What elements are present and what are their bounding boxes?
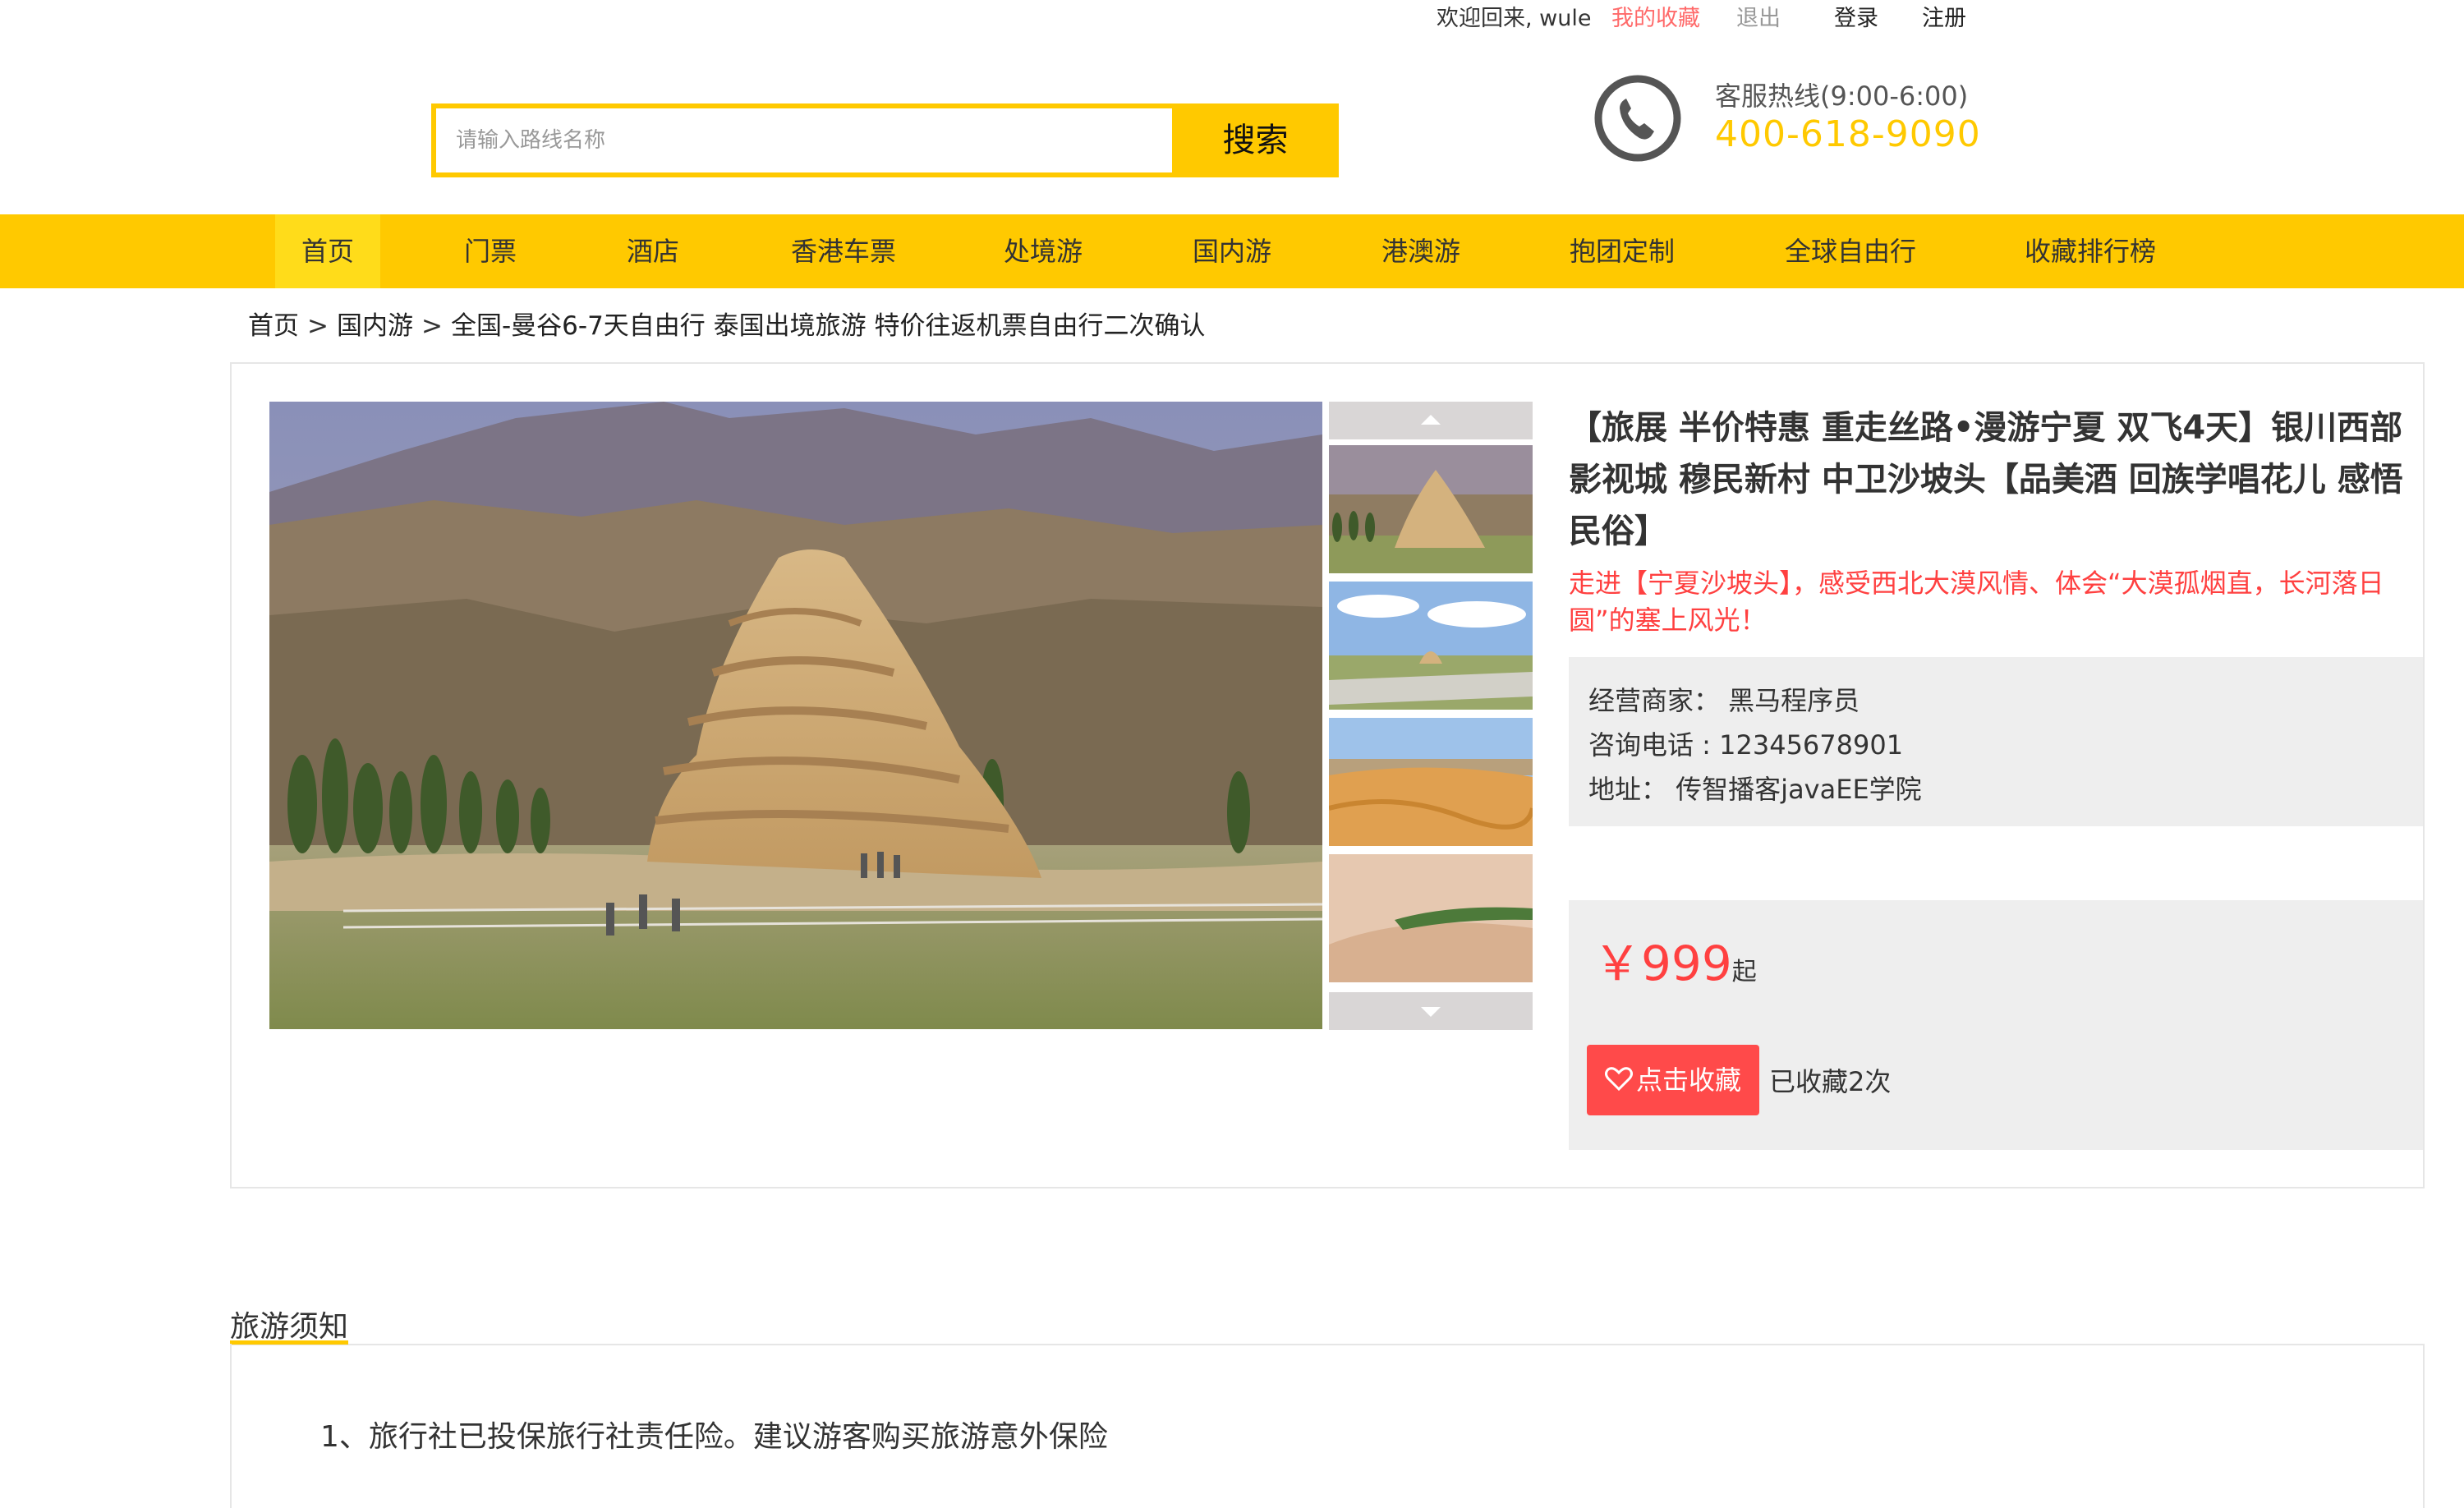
search-box: 搜索 xyxy=(431,103,1339,177)
breadcrumb-separator: > xyxy=(421,311,443,341)
collect-button-label: 点击收藏 xyxy=(1635,1064,1741,1096)
breadcrumb-home[interactable]: 首页 xyxy=(248,311,299,341)
thumbnail-scroll-down-button[interactable] xyxy=(1329,992,1533,1030)
nav-item-group-custom[interactable]: 抱团定制 xyxy=(1552,214,1692,288)
main-product-image[interactable] xyxy=(269,402,1322,1029)
price-suffix: 起 xyxy=(1731,958,1757,986)
chevron-up-icon xyxy=(1421,415,1441,425)
heart-icon xyxy=(1604,1067,1633,1092)
price-value: 999 xyxy=(1641,936,1732,991)
nav-item-hk-macau-travel[interactable]: 港澳游 xyxy=(1363,214,1478,288)
logout-link[interactable]: 退出 xyxy=(1736,3,1781,34)
my-favorites-link[interactable]: 我的收藏 xyxy=(1611,3,1700,34)
price-box: ￥999起 点击收藏 已收藏2次 xyxy=(1569,900,2423,1150)
nav-item-outbound-travel[interactable]: 处境游 xyxy=(986,214,1101,288)
breadcrumb-domestic[interactable]: 国内游 xyxy=(337,311,413,341)
product-title: 【旅展 半价特惠 重走丝路•漫游宁夏 双飞4天】银川西部影视城 穆民新村 中卫沙… xyxy=(1569,409,2403,550)
thumbnail-scroll-up-button[interactable] xyxy=(1329,402,1533,439)
phone-icon xyxy=(1594,75,1681,162)
product-price: ￥999起 xyxy=(1593,925,1757,994)
thumbnail-3[interactable] xyxy=(1329,718,1533,846)
breadcrumb: 首页 > 国内游 > 全国-曼谷6-7天自由行 泰国出境旅游 特价往返机票自由行二次确认 xyxy=(248,306,1206,347)
thumbnail-4[interactable] xyxy=(1329,854,1533,982)
chevron-down-icon xyxy=(1421,1007,1441,1017)
price-symbol: ￥ xyxy=(1593,936,1642,991)
tab-travel-notes[interactable]: 旅游须知 xyxy=(230,1303,348,1345)
merchant-name: 经营商家： 黑马程序员 xyxy=(1588,685,1860,716)
hotline-label: 客服热线(9:00-6:00) xyxy=(1715,80,1969,112)
collect-count: 已收藏2次 xyxy=(1769,1066,1892,1097)
thumbnail-2[interactable] xyxy=(1329,582,1533,710)
travel-notes-item: 1、旅行社已投保旅行社责任险。建议游客购买旅游意外保险 xyxy=(320,1420,1108,1454)
product-subtitle: 走进【宁夏沙坡头】，感受西北大漠风情、体会“大漠孤烟直，长河落日圆”的塞上风光！ xyxy=(1569,568,2384,636)
main-nav: 首页 门票 酒店 香港车票 处境游 国内游 港澳游 抱团定制 全球自由行 收藏排… xyxy=(0,214,2464,288)
breadcrumb-separator: > xyxy=(307,311,329,341)
nav-item-global-freedom[interactable]: 全球自由行 xyxy=(1772,214,1928,288)
breadcrumb-current: 全国-曼谷6-7天自由行 泰国出境旅游 特价往返机票自由行二次确认 xyxy=(450,311,1206,341)
hotline-number: 400-618-9090 xyxy=(1715,113,1981,155)
welcome-text: 欢迎回来, wule xyxy=(1437,6,1592,31)
nav-item-favorites-ranking[interactable]: 收藏排行榜 xyxy=(2012,214,2168,288)
login-link[interactable]: 登录 xyxy=(1834,3,1878,34)
register-link[interactable]: 注册 xyxy=(1922,3,1966,34)
nav-item-domestic-travel[interactable]: 国内游 xyxy=(1175,214,1289,288)
merchant-info-box: 经营商家： 黑马程序员 咨询电话 : 12345678901 地址： 传智播客j… xyxy=(1569,657,2423,826)
nav-item-hotels[interactable]: 酒店 xyxy=(606,214,700,288)
thumbnail-1[interactable] xyxy=(1329,445,1533,573)
search-input[interactable] xyxy=(436,108,1172,172)
top-user-bar: 欢迎回来, wule 我的收藏 退出 登录 注册 xyxy=(0,0,2464,39)
merchant-address: 地址： 传智播客javaEE学院 xyxy=(1588,774,1922,805)
nav-item-hk-bus-tickets[interactable]: 香港车票 xyxy=(775,214,912,288)
merchant-phone: 咨询电话 : 12345678901 xyxy=(1588,729,1904,761)
collect-button[interactable]: 点击收藏 xyxy=(1587,1045,1759,1115)
nav-item-home[interactable]: 首页 xyxy=(275,214,380,288)
nav-item-tickets[interactable]: 门票 xyxy=(444,214,537,288)
search-button[interactable]: 搜索 xyxy=(1172,103,1339,177)
